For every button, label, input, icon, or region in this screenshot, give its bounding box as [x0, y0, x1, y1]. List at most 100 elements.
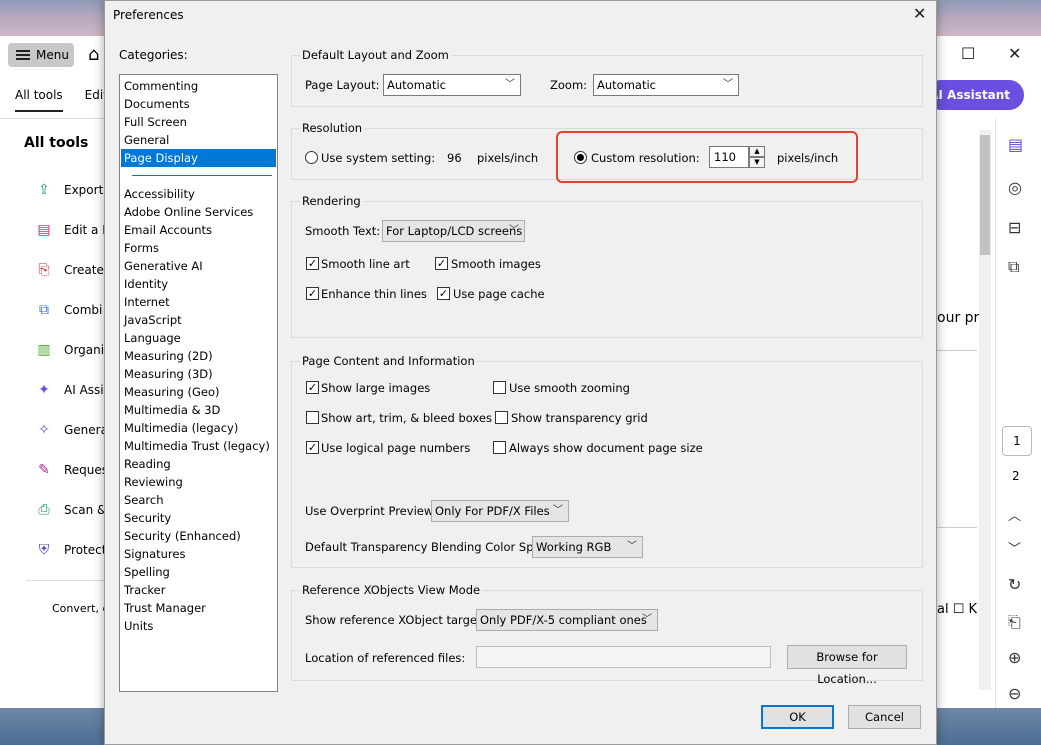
use-page-cache-checkbox[interactable]: ✓	[437, 287, 450, 300]
tool-ai-assistant[interactable]: ✦ AI Assis	[36, 382, 110, 398]
zoom-in-icon[interactable]: ⊕	[1008, 648, 1021, 667]
comment-icon[interactable]: ◎	[1008, 178, 1022, 197]
browse-location-button[interactable]: Browse for Location...	[787, 645, 907, 686]
overprint-select[interactable]: Only For PDF/X Files ﹀	[431, 500, 569, 522]
enhance-thin-lines-checkbox[interactable]: ✓	[306, 287, 319, 300]
category-item[interactable]: JavaScript	[121, 311, 276, 329]
category-item[interactable]: Measuring (3D)	[121, 365, 276, 383]
show-large-images-checkbox[interactable]: ✓	[306, 381, 319, 394]
category-item[interactable]: Measuring (Geo)	[121, 383, 276, 401]
tool-create[interactable]: ⎘ Create	[36, 262, 103, 278]
zoom-select[interactable]: Automatic ﹀	[593, 74, 739, 96]
tool-label: Organi	[64, 343, 105, 357]
show-transparency-grid-checkbox[interactable]	[495, 411, 508, 424]
smooth-text-label: Smooth Text:	[305, 224, 381, 238]
category-item[interactable]: Internet	[121, 293, 276, 311]
use-logical-page-numbers-checkbox[interactable]: ✓	[306, 441, 319, 454]
resolution-stepper[interactable]: ▲ ▼	[749, 146, 765, 168]
category-item[interactable]: Security (Enhanced)	[121, 527, 276, 545]
category-item[interactable]: Identity	[121, 275, 276, 293]
category-item[interactable]: Signatures	[121, 545, 276, 563]
ok-button[interactable]: OK	[761, 705, 834, 729]
category-item[interactable]: General	[121, 131, 276, 149]
tool-request[interactable]: ✎ Reques	[36, 462, 108, 478]
select-value: Automatic	[387, 78, 446, 92]
tool-combine[interactable]: ⧉ Combi	[36, 302, 102, 318]
ai-summary-icon[interactable]: ▤	[1008, 135, 1023, 154]
tabs-divider	[0, 118, 106, 119]
tool-edit[interactable]: ▤ Edit a P	[36, 222, 109, 238]
always-show-page-size-checkbox[interactable]	[493, 441, 506, 454]
xobject-targets-select[interactable]: Only PDF/X-5 compliant ones ﹀	[476, 609, 658, 631]
category-item[interactable]: Email Accounts	[121, 221, 276, 239]
bookmark-icon[interactable]: ⊟	[1008, 218, 1021, 237]
category-item[interactable]: Commenting	[121, 77, 276, 95]
document-text-fragment: our pr	[937, 310, 980, 326]
convert-promo-text: Convert, e	[52, 602, 110, 615]
tool-label: Scan &	[64, 503, 107, 517]
categories-list[interactable]: Commenting Documents Full Screen General Pag…	[119, 74, 278, 692]
home-icon[interactable]: ⌂	[88, 44, 99, 65]
page-thumb-1[interactable]: 1	[1002, 426, 1032, 456]
tool-scan[interactable]: ⎙ Scan &	[36, 502, 106, 518]
tool-protect[interactable]: ⛨ Protect	[36, 542, 107, 558]
category-item[interactable]: Multimedia & 3D	[121, 401, 276, 419]
location-field[interactable]	[476, 646, 771, 668]
blend-space-select[interactable]: Working RGB ﹀	[532, 536, 643, 558]
category-item[interactable]: Units	[121, 617, 276, 635]
category-item[interactable]: Accessibility	[121, 185, 276, 203]
close-app-icon[interactable]: ✕	[1008, 44, 1021, 63]
category-item[interactable]: Measuring (2D)	[121, 347, 276, 365]
pages-icon[interactable]: ⧉	[1008, 257, 1019, 277]
chevron-up-icon[interactable]: ︿	[1008, 505, 1021, 524]
category-item[interactable]: Multimedia Trust (legacy)	[121, 437, 276, 455]
use-system-setting-radio[interactable]	[305, 151, 318, 164]
document-rule	[937, 350, 977, 351]
tool-generative[interactable]: ✧ Genera	[36, 422, 108, 438]
menu-button[interactable]: Menu	[8, 43, 74, 67]
document-scroll-thumb[interactable]	[980, 135, 990, 255]
category-item[interactable]: Reviewing	[121, 473, 276, 491]
category-item[interactable]: Security	[121, 509, 276, 527]
stepper-up-icon[interactable]: ▲	[749, 146, 765, 157]
cancel-button[interactable]: Cancel	[848, 705, 921, 729]
category-item[interactable]: Search	[121, 491, 276, 509]
ai-assistant-icon: ✦	[38, 382, 50, 398]
category-item[interactable]: Adobe Online Services	[121, 203, 276, 221]
smooth-images-checkbox[interactable]: ✓	[435, 257, 448, 270]
page-layout-select[interactable]: Automatic ﹀	[383, 74, 521, 96]
chevron-down-icon: ﹀	[627, 541, 637, 552]
custom-resolution-input[interactable]: 110	[709, 146, 749, 168]
custom-resolution-radio[interactable]	[574, 151, 587, 164]
ai-assistant-button[interactable]: AI Assistant	[926, 80, 1024, 110]
button-label: Browse for Location...	[816, 650, 878, 686]
category-item[interactable]: Reading	[121, 455, 276, 473]
category-item[interactable]: Multimedia (legacy)	[121, 419, 276, 437]
category-item[interactable]: Full Screen	[121, 113, 276, 131]
rotate-icon[interactable]: ↻	[1008, 575, 1021, 594]
use-smooth-zooming-checkbox[interactable]	[493, 381, 506, 394]
category-item[interactable]: Page Display	[121, 149, 276, 167]
category-item[interactable]: Tracker	[121, 581, 276, 599]
category-item[interactable]: Trust Manager	[121, 599, 276, 617]
category-item[interactable]: Spelling	[121, 563, 276, 581]
fit-page-icon[interactable]: ⎗	[1008, 612, 1021, 632]
tool-organize[interactable]: ▥ Organi	[36, 342, 104, 358]
tool-export[interactable]: ⇪ Export	[36, 182, 103, 198]
smooth-line-art-checkbox[interactable]: ✓	[306, 257, 319, 270]
generative-icon: ✧	[38, 422, 50, 438]
category-item[interactable]: Documents	[121, 95, 276, 113]
category-item[interactable]: Language	[121, 329, 276, 347]
show-art-trim-checkbox[interactable]	[306, 411, 319, 424]
stepper-down-icon[interactable]: ▼	[749, 157, 765, 168]
smooth-text-select[interactable]: For Laptop/LCD screens ﹀	[382, 220, 525, 242]
tab-all-tools[interactable]: All tools	[15, 88, 63, 112]
chevron-down-icon[interactable]: ﹀	[1008, 538, 1021, 557]
maximize-icon[interactable]: ☐	[961, 44, 975, 63]
zoom-out-icon[interactable]: ⊖	[1008, 684, 1021, 703]
page-thumb-2[interactable]: 2	[1012, 469, 1020, 483]
close-icon[interactable]: ✕	[913, 4, 926, 23]
category-item[interactable]: Generative AI	[121, 257, 276, 275]
category-item[interactable]: Forms	[121, 239, 276, 257]
document-text-fragment: al ☐ K	[937, 602, 978, 617]
